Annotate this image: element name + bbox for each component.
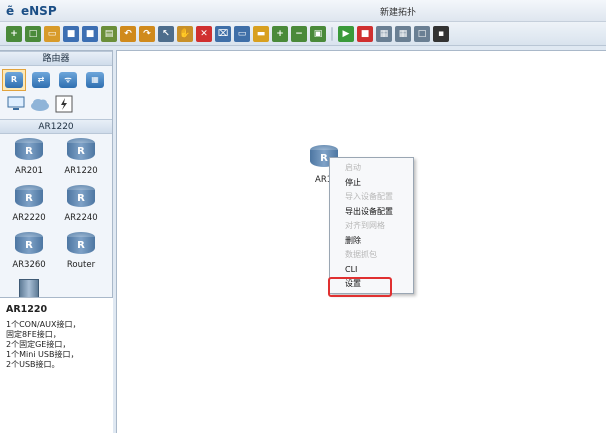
device-item[interactable]: R AR201 — [5, 138, 53, 183]
device-label: AR2220 — [12, 213, 46, 223]
device-item[interactable]: R AR2240 — [57, 185, 105, 230]
desc-line: 1个CON/AUX接口， — [6, 320, 81, 329]
menu-item[interactable]: CLI — [330, 263, 413, 278]
cloud-icon — [31, 99, 49, 111]
toolbar-separator — [331, 26, 333, 41]
ensp-logo-icon: ẽ — [6, 4, 15, 18]
firewall-icon: ▦ — [86, 72, 104, 88]
start-icon[interactable]: ▶ — [338, 25, 354, 42]
menu-item[interactable]: 导出设备配置 — [330, 205, 413, 220]
device-label: AR2240 — [64, 213, 98, 223]
app-name: eNSP — [21, 4, 57, 18]
desc-lines: 1个CON/AUX接口， 固定8FE接口， 2个固定GE接口， 1个Mini USB接… — [6, 320, 107, 370]
firewall-category-button[interactable]: ▦ — [83, 69, 107, 91]
print-icon[interactable]: ▤ — [101, 25, 117, 42]
switch-icon: ⇄ — [32, 72, 50, 88]
lightning-icon — [55, 95, 73, 113]
topology-canvas[interactable]: R AR1 启动 停止 导入设备配置 导出设备配置 对齐到网格 删除 数据抓包 CLI 设置 — [116, 50, 606, 433]
capture-icon[interactable]: ▦ — [376, 25, 392, 42]
desc-line: 2个USB接口。 — [6, 360, 60, 369]
router-icon: R — [5, 72, 23, 88]
grid-icon[interactable]: □ — [414, 25, 430, 42]
pc-icon — [7, 96, 25, 110]
router-category-button[interactable]: R — [2, 69, 26, 91]
desc-line: 2个固定GE接口， — [6, 340, 71, 349]
device-label: Router — [66, 260, 96, 270]
text-icon[interactable]: ▭ — [234, 25, 250, 42]
desc-line: 1个Mini USB接口， — [6, 350, 79, 359]
fit-icon[interactable]: ▣ — [310, 25, 326, 42]
open-icon[interactable]: ▭ — [44, 25, 60, 42]
device-item[interactable]: R AR1220 — [57, 138, 105, 183]
app-logo: ẽ eNSP — [6, 3, 57, 19]
router-icon: R — [67, 232, 95, 258]
menu-item: 启动 — [345, 163, 361, 172]
device-label: AR201 — [15, 166, 43, 176]
select-icon[interactable]: ↖ — [158, 25, 174, 42]
save-icon[interactable]: ■ — [63, 25, 79, 42]
router-icon: R — [15, 232, 43, 258]
switch-category-button[interactable]: ⇄ — [29, 69, 53, 91]
zoom-in-icon[interactable]: + — [272, 25, 288, 42]
menu-item: 导入设备配置 — [345, 192, 393, 201]
device-item[interactable]: R AR3260 — [5, 232, 53, 277]
context-menu: 启动 停止 导入设备配置 导出设备配置 对齐到网格 删除 数据抓包 CLI 设置 — [329, 157, 414, 294]
delete-link-icon[interactable]: ⌧ — [215, 25, 231, 42]
delete-icon[interactable]: ✕ — [196, 25, 212, 42]
menu-item[interactable]: 停止 — [330, 176, 413, 191]
menu-item: 对齐到网格 — [345, 221, 385, 230]
new-topology-icon[interactable]: + — [6, 25, 22, 42]
router-icon: R — [15, 138, 43, 164]
device-item[interactable]: R Router — [57, 232, 105, 277]
category-icons-row2 — [0, 91, 112, 119]
desc-title: AR1220 — [6, 304, 48, 315]
shape-icon[interactable]: ▬ — [253, 25, 269, 42]
save-as-icon[interactable]: ■ — [82, 25, 98, 42]
zoom-out-icon[interactable]: − — [291, 25, 307, 42]
device-list: R AR201 R AR1220 R AR2220 R AR2240 R AR3260 R Route… — [0, 134, 112, 324]
redo-icon[interactable]: ↷ — [139, 25, 155, 42]
cli-icon[interactable]: ▦ — [395, 25, 411, 42]
stop-icon[interactable]: ■ — [357, 25, 373, 42]
title-bar: ẽ eNSP 新建拓扑 — [0, 0, 606, 22]
undo-icon[interactable]: ↶ — [120, 25, 136, 42]
router-icon: R — [67, 185, 95, 211]
desc-line: 固定8FE接口， — [6, 330, 61, 339]
cloud-category-button[interactable] — [30, 95, 50, 113]
hand-icon[interactable]: ✋ — [177, 25, 193, 42]
category-icons: R ⇄ ᯤ ▦ — [0, 66, 112, 91]
category-title: 路由器 — [0, 51, 112, 66]
highlight-box — [328, 277, 392, 297]
toolbar: + □ ▭ ■ ■ ▤ ↶ ↷ ↖ ✋ ✕ ⌧ ▭ ▬ + − ▣ ▶ ■ ▦ ▦ □ ▪ — [0, 22, 606, 46]
device-description: AR1220 1个CON/AUX接口， 固定8FE接口， 2个固定GE接口， 1个Mi… — [0, 297, 113, 433]
new-example-icon[interactable]: □ — [25, 25, 41, 42]
device-label: AR3260 — [12, 260, 46, 270]
menu-item: 数据抓包 — [345, 250, 377, 259]
terminal-category-button[interactable] — [6, 95, 26, 113]
device-item[interactable]: R AR2220 — [5, 185, 53, 230]
series-title: AR1220 — [0, 119, 112, 134]
wlan-category-button[interactable]: ᯤ — [56, 69, 80, 91]
wlan-icon: ᯤ — [59, 72, 77, 88]
router-icon: R — [67, 138, 95, 164]
connection-category-button[interactable] — [54, 95, 74, 113]
menu-item[interactable]: 删除 — [330, 234, 413, 249]
router-icon: R — [15, 185, 43, 211]
window-title: 新建拓扑 — [380, 8, 417, 18]
device-label: AR1220 — [64, 166, 98, 176]
topology-icon[interactable]: ▪ — [433, 25, 449, 42]
